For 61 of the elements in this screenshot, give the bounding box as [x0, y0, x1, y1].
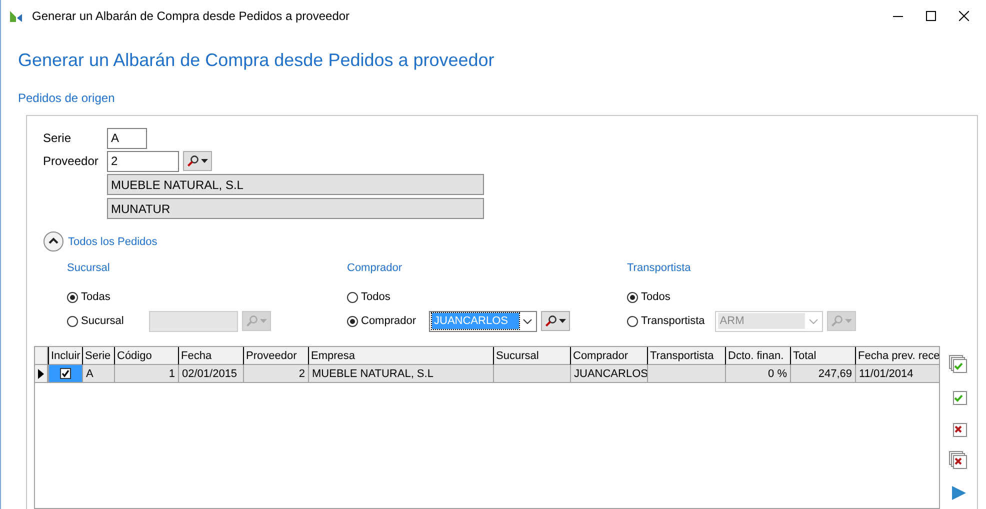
radio-button[interactable]: Sucursal: [67, 315, 139, 327]
search-icon: [187, 155, 199, 167]
table-cell: 2: [243, 365, 308, 383]
readonly-field: MUEBLE NATURAL, S.L: [107, 174, 484, 195]
group-title: Transportista: [627, 261, 692, 275]
play-icon: [949, 483, 968, 502]
group-title: Sucursal: [67, 261, 111, 275]
column-header[interactable]: Serie: [82, 347, 114, 365]
select-all-button[interactable]: [949, 355, 968, 374]
checkbox[interactable]: [60, 368, 71, 379]
column-header[interactable]: Comprador: [570, 347, 647, 365]
column-header[interactable]: Fecha prev. rece: [855, 347, 939, 365]
radio-button[interactable]: Transportista: [627, 315, 705, 327]
radio-button[interactable]: Todas: [67, 291, 110, 303]
caret-icon: [559, 319, 566, 323]
page-heading: Generar un Albarán de Compra desde Pedidos a proveedor: [18, 49, 496, 71]
lookup-button[interactable]: [183, 151, 212, 171]
chevron-down-icon: [808, 318, 818, 324]
column-header[interactable]: Fecha: [178, 347, 243, 365]
caret-icon: [260, 319, 267, 323]
input-field[interactable]: 2: [107, 150, 179, 172]
lookup-button[interactable]: [541, 311, 570, 331]
radio-button[interactable]: Todos: [627, 291, 670, 303]
field-label: Serie: [43, 131, 72, 145]
table-cell: 0 %: [725, 365, 790, 383]
maximize-icon: [926, 10, 936, 20]
column-header[interactable]: Proveedor: [243, 347, 308, 365]
group-title: Comprador: [347, 261, 404, 275]
caret-icon: [844, 319, 852, 323]
column-header[interactable]: Transportista: [647, 347, 725, 365]
table-cell: 1: [114, 365, 178, 383]
section-title: Pedidos de origen: [18, 91, 116, 105]
radio-button[interactable]: Comprador: [347, 315, 419, 327]
chevron-down-icon: [523, 318, 532, 324]
table-cell: MUEBLE NATURAL, S.L: [308, 365, 493, 383]
table-cell: 247,69: [790, 365, 855, 383]
next-button[interactable]: [949, 483, 968, 502]
stacked-cross-icon: [949, 451, 968, 470]
table-cell: 11/01/2014: [855, 365, 939, 383]
check-icon: [61, 369, 70, 378]
search-icon: [246, 315, 258, 327]
close-icon: [958, 10, 968, 20]
column-header[interactable]: Dcto. finan.: [725, 347, 790, 365]
radio-button[interactable]: Todos: [347, 291, 390, 303]
table-cell: 02/01/2015: [178, 365, 243, 383]
input-field[interactable]: A: [107, 128, 147, 148]
search-icon: [545, 315, 557, 327]
stacked-check-icon: [949, 355, 968, 374]
search-icon: [830, 315, 843, 327]
window-title: Generar un Albarán de Compra desde Pedidos a proveedor: [32, 8, 350, 22]
deselect-all-button[interactable]: [949, 451, 968, 470]
caret-icon: [201, 159, 208, 163]
column-header[interactable]: Empresa: [308, 347, 493, 365]
table-cell: A: [82, 365, 114, 383]
column-header[interactable]: Total: [790, 347, 855, 365]
expander-toggle[interactable]: Todos los Pedidos: [43, 231, 977, 252]
column-header[interactable]: Código: [114, 347, 178, 365]
column-header[interactable]: Sucursal: [493, 347, 570, 365]
readonly-field: MUNATUR: [107, 198, 484, 219]
field-label: Proveedor: [43, 154, 100, 168]
column-header[interactable]: Incluir: [48, 347, 82, 365]
